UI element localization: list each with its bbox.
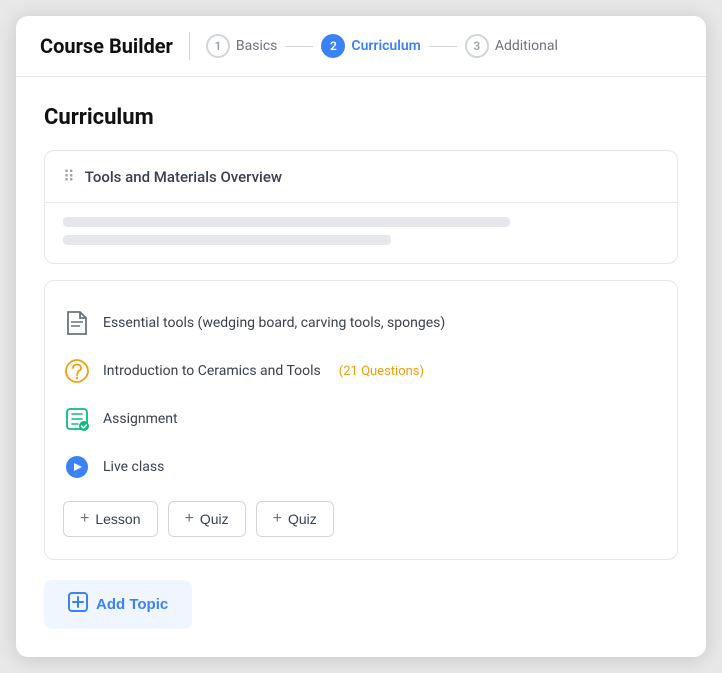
step-additional[interactable]: 3 Additional <box>465 34 558 58</box>
topic-header[interactable]: ⠿ Tools and Materials Overview <box>45 151 677 203</box>
step-dash-1 <box>285 46 313 47</box>
quiz-question-count: (21 Questions) <box>339 364 424 379</box>
step-1-label: Basics <box>236 38 278 54</box>
add-buttons-row: + Lesson + Quiz + Quiz <box>63 491 659 541</box>
lesson-text-2: Introduction to Ceramics and Tools <box>103 363 321 379</box>
topic-name: Tools and Materials Overview <box>85 168 282 186</box>
list-item: Live class <box>63 443 659 491</box>
step-curriculum[interactable]: 2 Curriculum <box>321 34 420 58</box>
list-item: Introduction to Ceramics and Tools (21 Q… <box>63 347 659 395</box>
placeholder-line-1 <box>63 217 510 227</box>
lesson-text-1: Essential tools (wedging board, carving … <box>103 315 445 331</box>
plus-icon-lesson: + <box>80 510 89 528</box>
add-topic-icon <box>68 592 88 617</box>
add-quiz-button-1[interactable]: + Quiz <box>168 501 246 537</box>
lesson-text-4: Live class <box>103 459 164 475</box>
main-content: Curriculum ⠿ Tools and Materials Overvie… <box>16 77 706 657</box>
plus-icon-quiz-2: + <box>273 510 282 528</box>
list-item: Assignment <box>63 395 659 443</box>
steps-nav: 1 Basics 2 Curriculum 3 Additional <box>206 34 558 58</box>
lesson-text-3: Assignment <box>103 411 178 427</box>
page-title: Curriculum <box>44 105 678 130</box>
step-2-label: Curriculum <box>351 38 420 54</box>
add-lesson-button[interactable]: + Lesson <box>63 501 158 537</box>
step-dash-2 <box>429 46 457 47</box>
course-builder-window: Course Builder 1 Basics 2 Curriculum <box>16 16 706 657</box>
step-basics[interactable]: 1 Basics <box>206 34 278 58</box>
add-topic-button[interactable]: Add Topic <box>44 580 192 629</box>
drag-handle-icon[interactable]: ⠿ <box>63 167 75 186</box>
step-3-label: Additional <box>495 38 558 54</box>
step-3-circle: 3 <box>465 34 489 58</box>
add-quiz-button-2[interactable]: + Quiz <box>256 501 334 537</box>
topic-card-overview: ⠿ Tools and Materials Overview <box>44 150 678 264</box>
plus-icon-quiz-1: + <box>185 510 194 528</box>
list-item: Essential tools (wedging board, carving … <box>63 299 659 347</box>
lesson-icon <box>63 309 91 337</box>
live-class-icon <box>63 453 91 481</box>
placeholder-line-2 <box>63 235 391 245</box>
header: Course Builder 1 Basics 2 Curriculum <box>16 16 706 77</box>
assignment-icon <box>63 405 91 433</box>
step-1-circle: 1 <box>206 34 230 58</box>
quiz-icon <box>63 357 91 385</box>
topic-placeholder <box>45 203 677 263</box>
header-divider <box>189 32 190 60</box>
add-topic-label: Add Topic <box>96 596 168 613</box>
app-title: Course Builder <box>40 34 173 58</box>
step-2-circle: 2 <box>321 34 345 58</box>
lessons-card: Essential tools (wedging board, carving … <box>44 280 678 560</box>
